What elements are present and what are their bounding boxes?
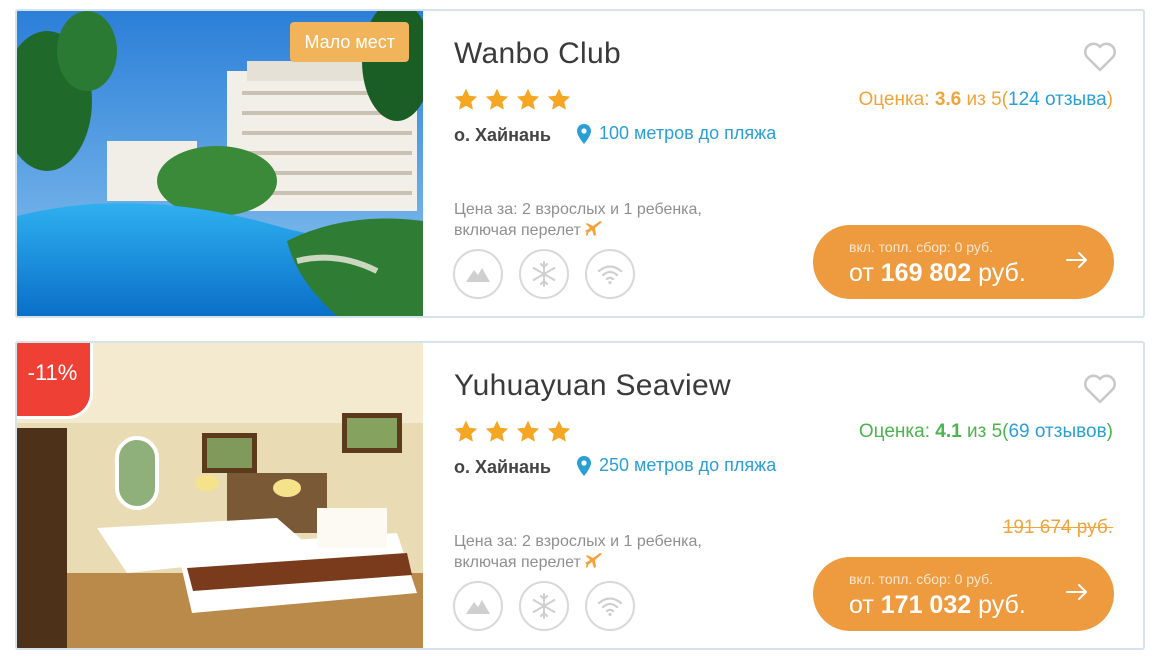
price-note-line-1: Цена за: 2 взрослых и 1 ребенка, [454,533,702,550]
few-seats-badge: Мало мест [290,22,409,62]
mountains-icon [466,600,490,614]
rating-scale: из 5 [966,89,1002,110]
rating-label: Оценка: [858,89,930,110]
airplane-icon [584,221,602,236]
fuel-fee: вкл. топл. сбор: 0 руб. [849,239,993,255]
price-currency: руб. [978,259,1026,287]
star-icon [547,88,571,110]
rating: Оценка: 4.1 из 5(69 отзывов) [859,421,1113,443]
beach-distance-text: 250 метров до пляжа [599,455,777,475]
hotel-name[interactable]: Yuhuayuan Seaview [454,369,731,403]
beach-distance[interactable]: 100 метров до пляжа [577,123,776,144]
hotel-name[interactable]: Wanbo Club [454,37,621,71]
price-prefix: от [849,591,874,619]
amenity-mountains [453,581,503,631]
reviews-close-paren: ) [1106,421,1113,442]
snowflake-icon [532,593,556,619]
price-prefix: от [849,259,874,287]
heart-icon[interactable] [1083,41,1117,73]
hotel-stars [453,87,572,113]
heart-icon[interactable] [1083,373,1117,405]
buy-button[interactable]: вкл. топл. сбор: 0 руб. от 169 802 руб. [813,225,1114,299]
price-note: Цена за: 2 взрослых и 1 ребенка, включая… [454,199,702,241]
star-icon [454,420,478,442]
discount-badge: -11% [17,343,93,419]
star-icon [516,88,540,110]
arrow-right-icon [1066,252,1087,268]
hotel-photo[interactable]: Мало мест [17,11,423,316]
wifi-icon [597,265,623,285]
beach-distance[interactable]: 250 метров до пляжа [577,455,776,476]
rating-value: 4.1 [935,421,962,442]
amenity-wifi [585,249,635,299]
map-pin-icon [577,455,591,476]
price-value: 169 802 [880,259,972,287]
rating: Оценка: 3.6 из 5(124 отзыва) [858,89,1113,111]
airplane-icon [584,553,602,568]
old-price: 191 674 руб. [1002,517,1113,538]
rating-value: 3.6 [934,89,962,110]
amenity-wifi [585,581,635,631]
amenity-mountains [453,249,503,299]
hotel-stars [453,419,572,445]
rating-scale: из 5 [966,421,1003,442]
star-icon [547,420,571,442]
snowflake-icon [532,261,556,287]
amenity-air-conditioning [519,581,569,631]
arrow-right-icon [1066,584,1087,600]
star-icon [485,88,509,110]
star-icon [485,420,509,442]
reviews-link[interactable]: 69 отзывов [1008,421,1106,442]
reviews-link[interactable]: 124 отзыва [1008,89,1107,110]
buy-button[interactable]: вкл. топл. сбор: 0 руб. от 171 032 руб. [813,557,1114,631]
amenity-air-conditioning [519,249,569,299]
price: от 171 032 руб. [849,591,1026,620]
rating-label: Оценка: [858,421,930,442]
star-icon [516,420,540,442]
hotel-photo[interactable]: -11% [17,343,423,648]
hotel-card[interactable]: -11% Yuhuayuan Seaview Оценка: 4.1 из 5(… [15,341,1145,650]
mountains-icon [466,268,490,282]
price-note-line-2: включая перелет [454,554,581,571]
price-value: 171 032 [880,591,972,619]
wifi-icon [597,597,623,617]
fuel-fee: вкл. топл. сбор: 0 руб. [849,571,993,587]
location: о. Хайнань [454,125,551,145]
price: от 169 802 руб. [849,259,1026,288]
beach-distance-text: 100 метров до пляжа [599,123,777,143]
star-icon [454,88,478,110]
price-note: Цена за: 2 взрослых и 1 ребенка, включая… [454,531,702,573]
price-note-line-1: Цена за: 2 взрослых и 1 ребенка, [454,201,702,218]
map-pin-icon [577,123,591,144]
price-currency: руб. [978,591,1026,619]
price-note-line-2: включая перелет [454,222,581,239]
reviews-close-paren: ) [1106,89,1113,110]
hotel-card[interactable]: Мало мест Wanbo Club Оценка: 3.6 из 5(12… [15,9,1145,318]
location: о. Хайнань [454,457,551,477]
